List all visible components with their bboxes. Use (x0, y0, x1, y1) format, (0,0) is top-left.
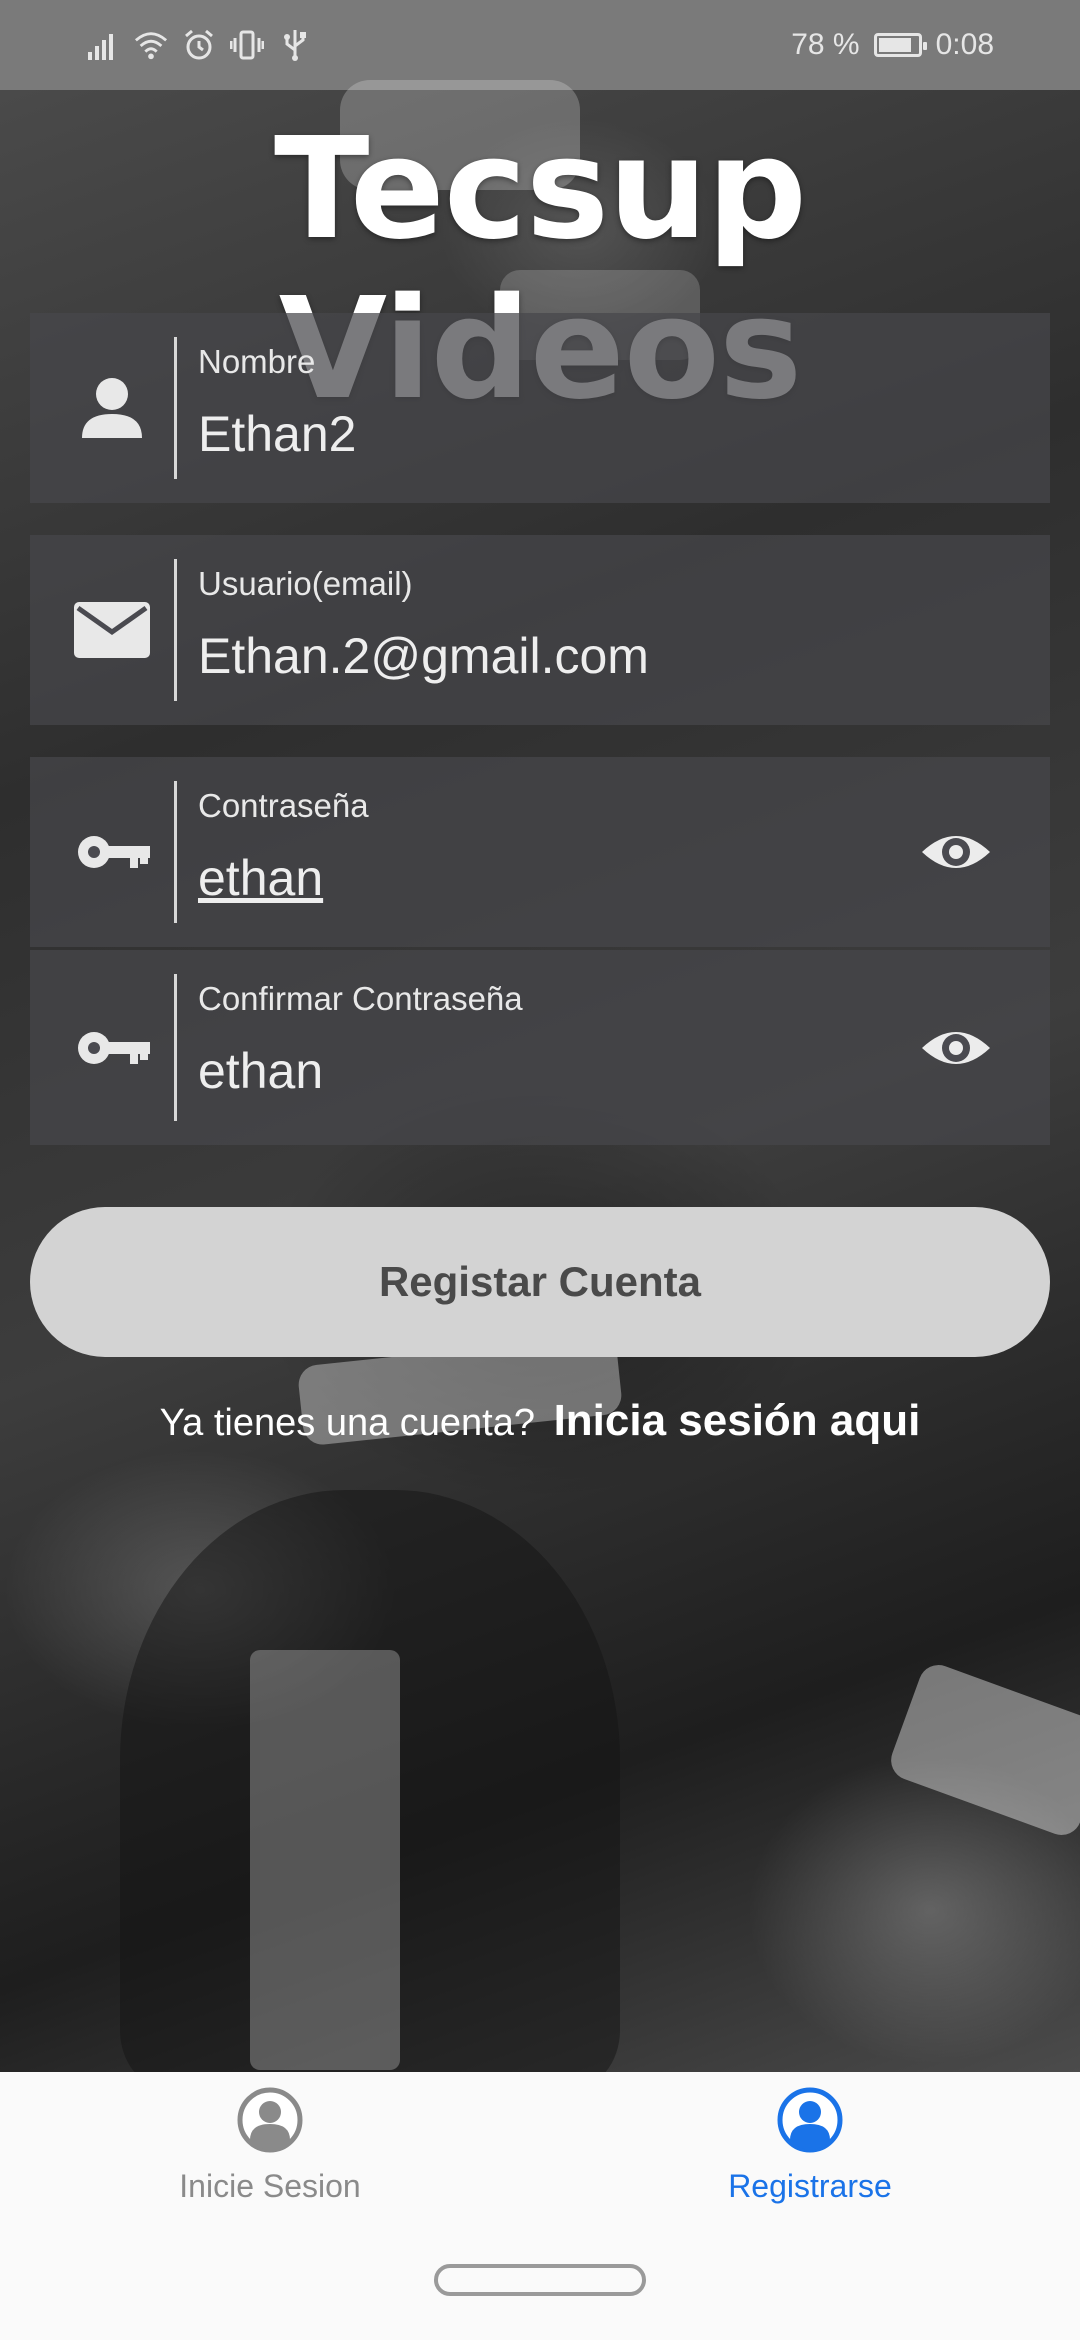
login-link[interactable]: Inicia sesión aqui (554, 1396, 921, 1445)
alarm-icon (182, 28, 216, 62)
key-icon (72, 812, 152, 892)
account-circle-icon (236, 2086, 304, 2154)
clock: 0:08 (935, 28, 994, 61)
name-field[interactable]: Nombre Ethan2 (30, 313, 1050, 503)
mail-icon (72, 590, 152, 670)
battery-percent: 78 % (791, 28, 860, 61)
nav-label: Registrarse (728, 2168, 892, 2204)
battery-icon (873, 33, 927, 57)
email-input[interactable]: Ethan.2@gmail.com (198, 627, 649, 685)
signal-icon (86, 28, 120, 62)
register-button[interactable]: Registar Cuenta (30, 1207, 1050, 1357)
bottom-nav: Inicie Sesion Registrarse (0, 2072, 1080, 2340)
name-label: Nombre (198, 343, 316, 380)
wifi-icon (134, 28, 168, 62)
password-label: Contraseña (198, 787, 369, 824)
name-input[interactable]: Ethan2 (198, 405, 356, 463)
email-label: Usuario(email) (198, 565, 413, 602)
login-prompt: Ya tienes una cuenta? Inicia sesión aqui (0, 1396, 1080, 1446)
vibrate-icon (230, 28, 264, 62)
field-divider (174, 559, 177, 701)
status-bar: 78 % 0:08 (0, 0, 1080, 90)
status-icons (86, 28, 312, 62)
email-field[interactable]: Usuario(email) Ethan.2@gmail.com (30, 535, 1050, 725)
confirm-password-input[interactable]: ethan (198, 1042, 323, 1100)
eye-icon[interactable] (918, 1010, 994, 1086)
password-input[interactable]: ethan (198, 849, 323, 907)
login-prompt-text: Ya tienes una cuenta? (159, 1402, 536, 1444)
status-right: 78 % 0:08 (791, 28, 994, 62)
eye-icon[interactable] (918, 814, 994, 890)
password-field[interactable]: Contraseña ethan (30, 757, 1050, 947)
nav-item-login[interactable]: Inicie Sesion (120, 2086, 420, 2205)
key-icon (72, 1008, 152, 1088)
confirm-password-field[interactable]: Confirmar Contraseña ethan (30, 950, 1050, 1145)
nav-item-register[interactable]: Registrarse (660, 2086, 960, 2205)
home-indicator[interactable] (434, 2264, 646, 2296)
usb-icon (278, 28, 312, 62)
nav-label: Inicie Sesion (179, 2168, 361, 2204)
field-divider (174, 781, 177, 923)
account-circle-icon (776, 2086, 844, 2154)
field-divider (174, 337, 177, 479)
confirm-password-label: Confirmar Contraseña (198, 980, 523, 1017)
field-divider (174, 974, 177, 1121)
person-icon (72, 368, 152, 448)
